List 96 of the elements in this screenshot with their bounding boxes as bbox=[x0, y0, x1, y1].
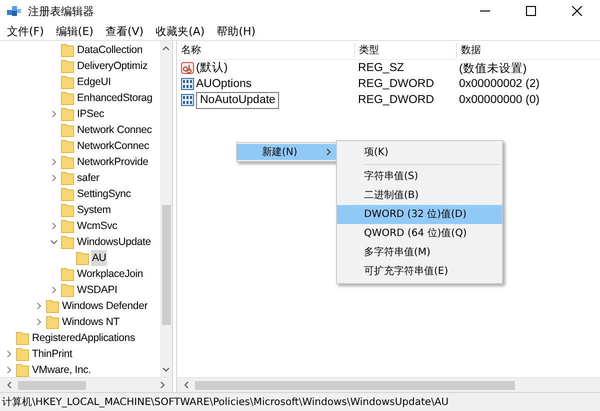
tree-item[interactable]: WcmSvc bbox=[76, 218, 118, 234]
folder-icon bbox=[46, 315, 59, 329]
binary-value-icon bbox=[181, 94, 194, 106]
chevron-right-icon[interactable] bbox=[50, 222, 58, 230]
menu-item[interactable]: 二进制值(B) bbox=[337, 186, 502, 205]
folder-icon bbox=[61, 59, 74, 73]
folder-icon bbox=[46, 299, 59, 313]
tree-item[interactable]: SettingSync bbox=[76, 186, 132, 202]
folder-icon bbox=[16, 331, 29, 345]
tree-item[interactable]: DeliveryOptimiz bbox=[76, 58, 149, 74]
chevron-right-icon[interactable] bbox=[5, 350, 13, 358]
tree-item[interactable]: VMware, Inc. bbox=[31, 362, 92, 377]
folder-icon bbox=[61, 107, 74, 121]
value-data: (数值未设置) bbox=[458, 62, 527, 76]
folder-icon bbox=[61, 155, 74, 169]
chevron-right-icon[interactable] bbox=[5, 366, 13, 374]
folder-icon bbox=[61, 75, 74, 89]
close-icon bbox=[572, 6, 582, 16]
column-header[interactable]: 类型 bbox=[355, 43, 457, 58]
folder-icon bbox=[61, 43, 74, 57]
maximize-icon bbox=[526, 6, 536, 16]
folder-icon bbox=[61, 171, 74, 185]
menu-item[interactable]: 可扩充字符串值(E) bbox=[337, 262, 502, 281]
value-data: 0x00000002 (2) bbox=[458, 78, 540, 90]
binary-value-icon bbox=[181, 78, 194, 90]
tree-item[interactable]: WSDAPI bbox=[76, 282, 118, 298]
scroll-left-icon[interactable] bbox=[6, 381, 12, 389]
horizontal-scrollbar[interactable] bbox=[177, 377, 600, 392]
status-path: 计算机\HKEY_LOCAL_MACHINE\SOFTWARE\Policies\Microsoft\Windows\WindowsUpdate\AU bbox=[2, 396, 449, 409]
scroll-down-icon[interactable] bbox=[162, 367, 170, 373]
tree-item[interactable]: IPSec bbox=[76, 106, 106, 122]
menu-item[interactable]: 文件(F) bbox=[2, 24, 51, 38]
menu-item[interactable]: 收藏夹(A) bbox=[150, 24, 212, 38]
menu-item[interactable]: 字符串值(S) bbox=[337, 167, 502, 186]
menu-item[interactable]: 编辑(E) bbox=[50, 24, 100, 38]
chevron-right-icon[interactable] bbox=[35, 318, 43, 326]
chevron-right-icon[interactable] bbox=[35, 302, 43, 310]
folder-icon bbox=[76, 251, 89, 265]
value-type: REG_DWORD bbox=[357, 78, 436, 90]
folder-icon bbox=[61, 235, 74, 249]
column-header[interactable]: 名称 bbox=[177, 43, 355, 58]
tree-item[interactable]: EnhancedStorag bbox=[76, 90, 154, 106]
tree-item[interactable]: Windows Defender bbox=[61, 298, 149, 314]
menu-item[interactable]: 帮助(H) bbox=[212, 24, 263, 38]
folder-icon bbox=[61, 91, 74, 105]
chevron-right-icon[interactable] bbox=[50, 110, 58, 118]
vertical-scrollbar[interactable] bbox=[160, 41, 172, 377]
chevron-right-icon[interactable] bbox=[50, 158, 58, 166]
window-title: 注册表编辑器 bbox=[28, 4, 95, 18]
chevron-right-icon[interactable] bbox=[50, 286, 58, 294]
scroll-right-icon[interactable] bbox=[160, 381, 166, 389]
scroll-up-icon[interactable] bbox=[162, 45, 170, 51]
rename-field[interactable]: NoAutoUpdate bbox=[196, 92, 280, 108]
value-type: REG_DWORD bbox=[357, 94, 436, 106]
tree-item[interactable]: WorkplaceJoin bbox=[76, 266, 144, 282]
tree-item[interactable]: DataCollection bbox=[76, 42, 144, 58]
tree-item[interactable]: ThinPrint bbox=[31, 346, 74, 362]
value-name[interactable]: AUOptions bbox=[196, 76, 252, 92]
tree-item[interactable]: System bbox=[76, 202, 112, 218]
value-name[interactable]: (默认) bbox=[196, 60, 228, 76]
folder-icon bbox=[61, 283, 74, 297]
menu-item[interactable]: 新建(N) bbox=[237, 144, 337, 160]
registry-editor-icon bbox=[6, 4, 22, 18]
horizontal-scrollbar[interactable] bbox=[0, 377, 172, 392]
menu-item[interactable]: 项(K) bbox=[337, 143, 502, 162]
column-header[interactable]: 数据 bbox=[457, 43, 541, 58]
folder-icon bbox=[61, 219, 74, 233]
chevron-right-icon[interactable] bbox=[50, 174, 58, 182]
folder-icon bbox=[61, 203, 74, 217]
scroll-thumb[interactable] bbox=[195, 380, 515, 390]
string-value-icon bbox=[181, 62, 194, 74]
tree-item[interactable]: WindowsUpdate bbox=[76, 234, 152, 250]
folder-icon bbox=[61, 267, 74, 281]
tree-item[interactable]: safer bbox=[76, 170, 100, 186]
tree-item[interactable]: Network Connec bbox=[76, 122, 153, 138]
tree-item[interactable]: NetworkConnec bbox=[76, 138, 150, 154]
tree-item[interactable]: NetworkProvide bbox=[76, 154, 150, 170]
menu-item[interactable]: 查看(V) bbox=[100, 24, 151, 38]
tree-item[interactable]: EdgeUI bbox=[76, 74, 112, 90]
tree-item[interactable]: Windows NT bbox=[61, 314, 121, 330]
value-type: REG_SZ bbox=[357, 62, 406, 74]
folder-icon bbox=[61, 139, 74, 153]
tree-item[interactable]: AU bbox=[91, 250, 108, 266]
scroll-thumb[interactable] bbox=[18, 380, 86, 390]
menu-item[interactable]: DWORD (32 位)值(D) bbox=[337, 205, 502, 224]
folder-icon bbox=[61, 187, 74, 201]
scroll-left-icon[interactable] bbox=[183, 381, 189, 389]
folder-icon bbox=[16, 347, 29, 361]
folder-icon bbox=[16, 363, 29, 377]
scroll-thumb[interactable] bbox=[162, 205, 170, 325]
folder-icon bbox=[61, 123, 74, 137]
chevron-down-icon[interactable] bbox=[50, 238, 58, 246]
menu-item[interactable]: QWORD (64 位)值(Q) bbox=[337, 224, 502, 243]
menu-item[interactable]: 多字符串值(M) bbox=[337, 243, 502, 262]
value-data: 0x00000000 (0) bbox=[458, 94, 540, 106]
tree-item[interactable]: RegisteredApplications bbox=[31, 330, 136, 346]
